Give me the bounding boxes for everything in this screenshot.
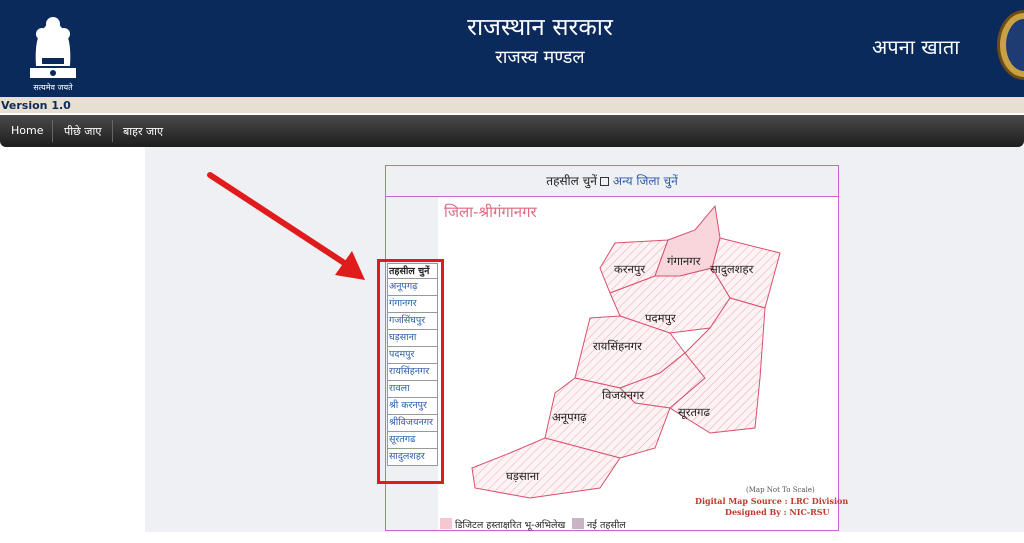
panel-header: तहसील चुनें अन्य जिला चुनें — [386, 166, 838, 197]
map-label-vijaynagar: विजयनगर — [602, 388, 644, 402]
map-label-ganganagar: गंगानगर — [667, 254, 701, 268]
map-title: जिला-श्रीगंगानगर — [444, 203, 537, 221]
nav-home-link[interactable]: Home — [11, 124, 43, 137]
map-label-suratgarh: सूरतगढ — [678, 405, 711, 420]
legend-swatch-new — [572, 518, 584, 529]
map-label-padampur: पदमपुर — [645, 311, 676, 326]
version-bar — [0, 97, 1024, 113]
other-district-link[interactable]: अन्य जिला चुनें — [613, 174, 678, 188]
nav-exit-link[interactable]: बाहर जाए — [123, 124, 163, 139]
nav-back-link[interactable]: पीछे जाए — [64, 124, 101, 139]
other-district-checkbox[interactable] — [599, 177, 609, 186]
page-subtitle: राजस्व मण्डल — [495, 47, 585, 68]
nav-divider — [112, 120, 113, 142]
district-map: करनपुर गंगानगर सादुलशहर पदमपुर रायसिंहनग… — [471, 204, 781, 499]
legend-new-label: नई तहसील — [587, 520, 626, 531]
map-designer-note: Designed By : NIC-RSU — [725, 507, 830, 517]
left-margin — [0, 147, 145, 543]
apna-khata-title: अपना खाता — [872, 35, 960, 59]
map-source-note: Digital Map Source : LRC Division — [695, 496, 849, 506]
select-tehsil-label: तहसील चुनें — [546, 174, 597, 188]
map-label-gharsana: घड़साना — [506, 469, 540, 483]
map-label-raisinghnagar: रायसिंहनगर — [593, 339, 642, 353]
map-label-sadulshahar: सादुलशहर — [710, 262, 754, 277]
nav-divider — [52, 120, 53, 142]
map-scale-note: (Map Not To Scale) — [746, 486, 815, 494]
legend-signed-label: डिजिटल हस्ताक्षरित भू-अभिलेख — [455, 520, 566, 531]
national-emblem-icon — [30, 17, 76, 78]
version-label: Version 1.0 — [1, 99, 71, 112]
map-label-karanpur: करनपुर — [614, 262, 645, 277]
legend-swatch-signed — [440, 518, 452, 529]
highlight-box — [377, 259, 444, 484]
red-arrow-icon — [207, 172, 365, 280]
emblem-caption: सत्यमेव जयते — [33, 83, 73, 92]
map-label-anupgarh: अनूपगढ़ — [552, 410, 587, 425]
page-title: राजस्थान सरकार — [467, 13, 613, 41]
